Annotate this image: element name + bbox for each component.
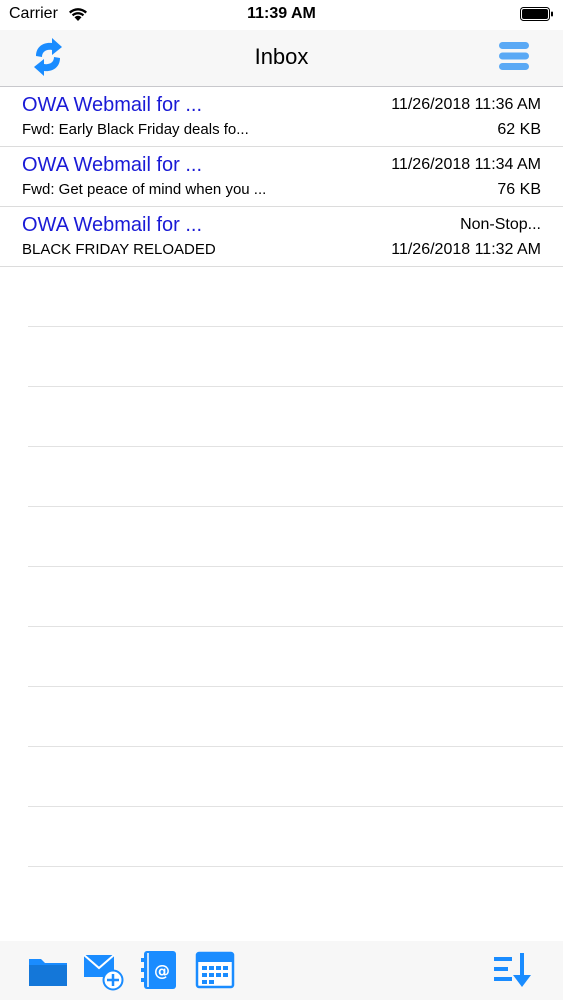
empty-row [28, 627, 563, 687]
folder-icon[interactable] [27, 949, 69, 991]
empty-row [28, 567, 563, 627]
svg-text:@: @ [154, 961, 170, 980]
message-date: 11/26/2018 11:34 AM [391, 156, 541, 173]
message-size: 62 KB [497, 121, 541, 138]
empty-row [28, 807, 563, 867]
message-subject: Fwd: Get peace of mind when you ... [22, 181, 267, 198]
battery-icon [520, 7, 553, 21]
message-subject: Fwd: Early Black Friday deals fo... [22, 121, 249, 138]
compose-mail-icon[interactable] [82, 949, 124, 991]
message-row[interactable]: OWA Webmail for ... 11/26/2018 11:34 AM … [0, 147, 563, 207]
screen: Carrier 11:39 AM Inbox OWA Webmail for .… [0, 0, 563, 1000]
message-subject: BLACK FRIDAY RELOADED [22, 241, 216, 258]
message-row[interactable]: OWA Webmail for ... 11/26/2018 11:36 AM … [0, 87, 563, 147]
empty-row [28, 387, 563, 447]
nav-bar: Inbox [0, 30, 563, 87]
status-bar: Carrier 11:39 AM [0, 0, 563, 30]
message-date: 11/26/2018 11:32 AM [391, 241, 541, 258]
message-size: 76 KB [497, 181, 541, 198]
calendar-icon[interactable] [194, 949, 236, 991]
menu-icon[interactable] [499, 40, 529, 72]
clock: 11:39 AM [247, 5, 316, 22]
message-list: OWA Webmail for ... 11/26/2018 11:36 AM … [0, 87, 563, 867]
empty-row [28, 447, 563, 507]
message-row[interactable]: OWA Webmail for ... Non-Stop... BLACK FR… [0, 207, 563, 267]
message-sender: OWA Webmail for ... [22, 214, 203, 236]
empty-row [28, 267, 563, 327]
message-sender: OWA Webmail for ... [22, 154, 203, 176]
message-label: Non-Stop... [460, 216, 541, 233]
address-book-icon[interactable]: @ [138, 949, 180, 991]
empty-row [28, 747, 563, 807]
message-sender: OWA Webmail for ... [22, 94, 203, 116]
empty-row [28, 327, 563, 387]
empty-row [28, 507, 563, 567]
empty-row [28, 687, 563, 747]
sort-icon[interactable] [492, 949, 534, 991]
message-date: 11/26/2018 11:36 AM [391, 96, 541, 113]
page-title: Inbox [254, 44, 309, 69]
bottom-toolbar: @ [0, 941, 563, 1000]
